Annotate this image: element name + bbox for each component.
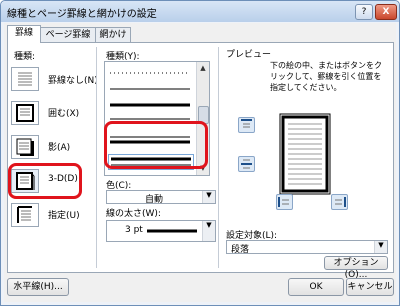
setting-shadow-label: 影(A) [48,143,71,153]
style-thick[interactable] [108,100,192,114]
setting-custom[interactable] [11,203,39,227]
highlight-style [104,121,208,169]
divider-right [218,47,219,268]
horizontal-line-button[interactable]: 水平線(H)... [7,278,69,296]
apply-to-dropdown[interactable]: 段落 ▼ [226,240,388,255]
options-button[interactable]: オプション(O)... [324,256,388,280]
preview-header: プレビュー [226,50,272,60]
setting-shadow[interactable] [11,135,39,159]
right-border-button[interactable] [331,194,348,210]
custom-border-icon [17,206,32,223]
setting-none[interactable] [11,67,39,91]
tab-page-border[interactable]: ページ罫線 [40,27,96,42]
apply-to-value: 段落 [231,245,250,255]
width-dropdown[interactable]: 3 pt ▼ [106,220,216,242]
shadow-border-icon [16,138,34,156]
no-border-icon [18,72,32,86]
title-bar: 線種とページ罫線と網かけの設定 ? X [1,1,399,22]
setting-box-label: 囲む(X) [48,109,80,119]
left-border-icon [278,197,289,207]
ok-button[interactable]: OK [288,278,344,296]
top-border-button[interactable] [238,117,255,133]
borders-panel: 種類: 罫線なし(N) 囲む(X) 影(A) 3-D(D) 指定(U) 種類(Y… [7,42,394,280]
scroll-up-icon[interactable]: ▲ [197,62,209,74]
preview-instructions: 下の絵の中、またはボタンをクリックして、罫線を引く位置を指定してください。 [270,61,382,92]
middle-border-icon [241,159,252,169]
setting-custom-label: 指定(U) [48,211,80,221]
chevron-down-icon: ▼ [202,191,215,203]
help-button[interactable]: ? [355,4,373,20]
dialog-window: 線種とページ罫線と網かけの設定 ? X 罫線 ページ罫線 網かけ 種類: 罫線な… [0,0,400,306]
box-border-icon [16,104,34,122]
top-border-icon [241,119,252,128]
dialog-title: 線種とページ罫線と網かけの設定 [7,9,157,20]
width-preview-line [147,229,197,233]
width-value: 3 pt [125,225,143,235]
color-value: 自動 [145,195,164,205]
right-border-icon [335,197,346,207]
tab-shading[interactable]: 網かけ [95,27,131,42]
chevron-down-icon: ▼ [202,221,215,241]
setting-none-label: 罫線なし(N) [48,76,98,86]
style-dotted[interactable] [108,68,192,82]
cancel-button[interactable]: キャンセル [346,278,394,296]
tab-borders[interactable]: 罫線 [7,25,41,43]
divider-left [96,47,97,268]
close-button[interactable]: X [375,4,397,20]
setting-header: 種類: [14,52,36,62]
chevron-down-icon: ▼ [374,241,387,253]
style-thin[interactable] [108,84,192,98]
color-dropdown[interactable]: 自動 ▼ [106,190,216,205]
middle-border-button[interactable] [238,156,255,172]
setting-box[interactable] [11,101,39,125]
width-label: 線の太さ(W): [106,209,161,219]
left-border-button[interactable] [276,194,293,210]
highlight-setting-3d [8,163,82,199]
dialog-body: 罫線 ページ罫線 網かけ 種類: 罫線なし(N) 囲む(X) 影(A) 3-D(… [4,23,396,302]
